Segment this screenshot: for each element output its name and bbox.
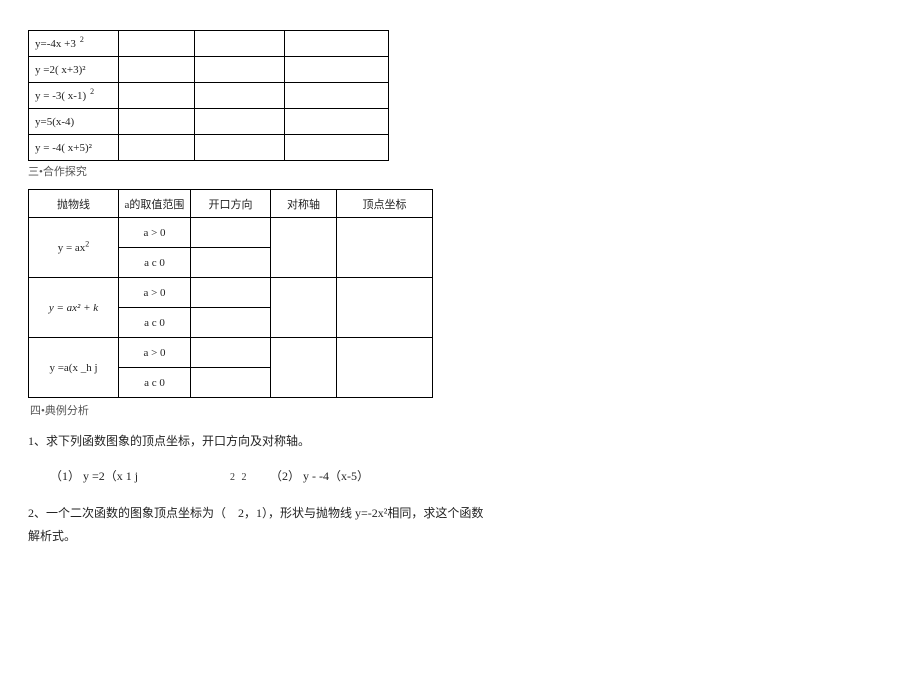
empty-cell (195, 109, 285, 135)
q1-mid-exponent: 2 2 (230, 472, 270, 483)
col-vertex: 顶点坐标 (337, 190, 433, 218)
empty-cell (195, 31, 285, 57)
a-condition: a > 0 (119, 218, 191, 248)
empty-cell (191, 368, 271, 398)
col-a-range: a的取值范围 (119, 190, 191, 218)
parabola-form: y = ax² + k (49, 302, 98, 314)
superscript: 2 (90, 87, 94, 96)
parabola-summary-table: 抛物线 a的取值范围 开口方向 对称轴 顶点坐标 y = ax2 a > 0 a… (28, 189, 433, 398)
table-row: y =2( x+3)² (29, 57, 389, 83)
q2-line2: 解析式。 (28, 525, 892, 548)
superscript: 2 (85, 239, 89, 248)
empty-cell (119, 109, 195, 135)
table-header-row: 抛物线 a的取值范围 开口方向 对称轴 顶点坐标 (29, 190, 433, 218)
empty-cell (119, 83, 195, 109)
empty-cell (195, 57, 285, 83)
empty-cell (337, 278, 433, 338)
table-row: y = ax2 a > 0 (29, 218, 433, 248)
empty-cell (119, 31, 195, 57)
section-heading-4: 四•典例分析 (30, 402, 892, 418)
a-condition: a > 0 (119, 278, 191, 308)
empty-cell (191, 248, 271, 278)
empty-cell (191, 308, 271, 338)
table-row: y = -3( x-1) 2 (29, 83, 389, 109)
table-row: y=5(x-4) (29, 109, 389, 135)
question-1: 1、求下列函数图象的顶点坐标，开口方向及对称轴。 (28, 432, 892, 449)
q1-item2-expr: y - -4（x-5） (303, 469, 369, 483)
empty-cell (285, 83, 389, 109)
table-row: y=-4x +3 2 (29, 31, 389, 57)
col-opening: 开口方向 (191, 190, 271, 218)
col-axis: 对称轴 (271, 190, 337, 218)
empty-cell (285, 57, 389, 83)
parabola-form: y =a(x _h j (49, 362, 97, 374)
equation-cell: y=5(x-4) (35, 116, 74, 128)
equation-cell: y = -4( x+5)² (35, 142, 92, 154)
equation-cell: y = -3( x-1) (35, 90, 86, 102)
q1-item1-label: （1） (50, 469, 80, 483)
empty-cell (271, 338, 337, 398)
empty-cell (337, 338, 433, 398)
empty-cell (337, 218, 433, 278)
empty-cell (119, 135, 195, 161)
empty-cell (119, 57, 195, 83)
col-parabola: 抛物线 (29, 190, 119, 218)
empty-cell (285, 31, 389, 57)
empty-cell (285, 135, 389, 161)
table-row: y =a(x _h j a > 0 (29, 338, 433, 368)
empty-cell (191, 278, 271, 308)
empty-cell (191, 218, 271, 248)
empty-cell (271, 218, 337, 278)
empty-cell (195, 83, 285, 109)
superscript: 2 (80, 35, 84, 44)
q1-item2-label: （2） (270, 469, 300, 483)
q1-item1-expr: y =2（x 1 j (83, 469, 138, 483)
empty-cell (285, 109, 389, 135)
a-condition: a > 0 (119, 338, 191, 368)
question-1-items: （1） y =2（x 1 j 2 2 （2） y - -4（x-5） (50, 467, 892, 484)
table-row: y = ax² + k a > 0 (29, 278, 433, 308)
table-row: y = -4( x+5)² (29, 135, 389, 161)
equation-cell: y =2( x+3)² (35, 64, 86, 76)
equations-table: y=-4x +3 2 y =2( x+3)² y = -3( x-1) 2 (28, 30, 389, 161)
question-2: 2、一个二次函数的图象顶点坐标为（ 2，1），形状与抛物线 y=-2x²相同，求… (28, 502, 892, 548)
a-condition: a c 0 (119, 368, 191, 398)
empty-cell (195, 135, 285, 161)
section-heading-3: 三•合作探究 (28, 163, 892, 179)
equation-cell: y=-4x +3 (35, 38, 76, 50)
parabola-form: y = ax (58, 242, 86, 254)
q2-line1: 2、一个二次函数的图象顶点坐标为（ 2，1），形状与抛物线 y=-2x²相同，求… (28, 502, 892, 525)
empty-cell (271, 278, 337, 338)
a-condition: a c 0 (119, 248, 191, 278)
a-condition: a c 0 (119, 308, 191, 338)
empty-cell (191, 338, 271, 368)
